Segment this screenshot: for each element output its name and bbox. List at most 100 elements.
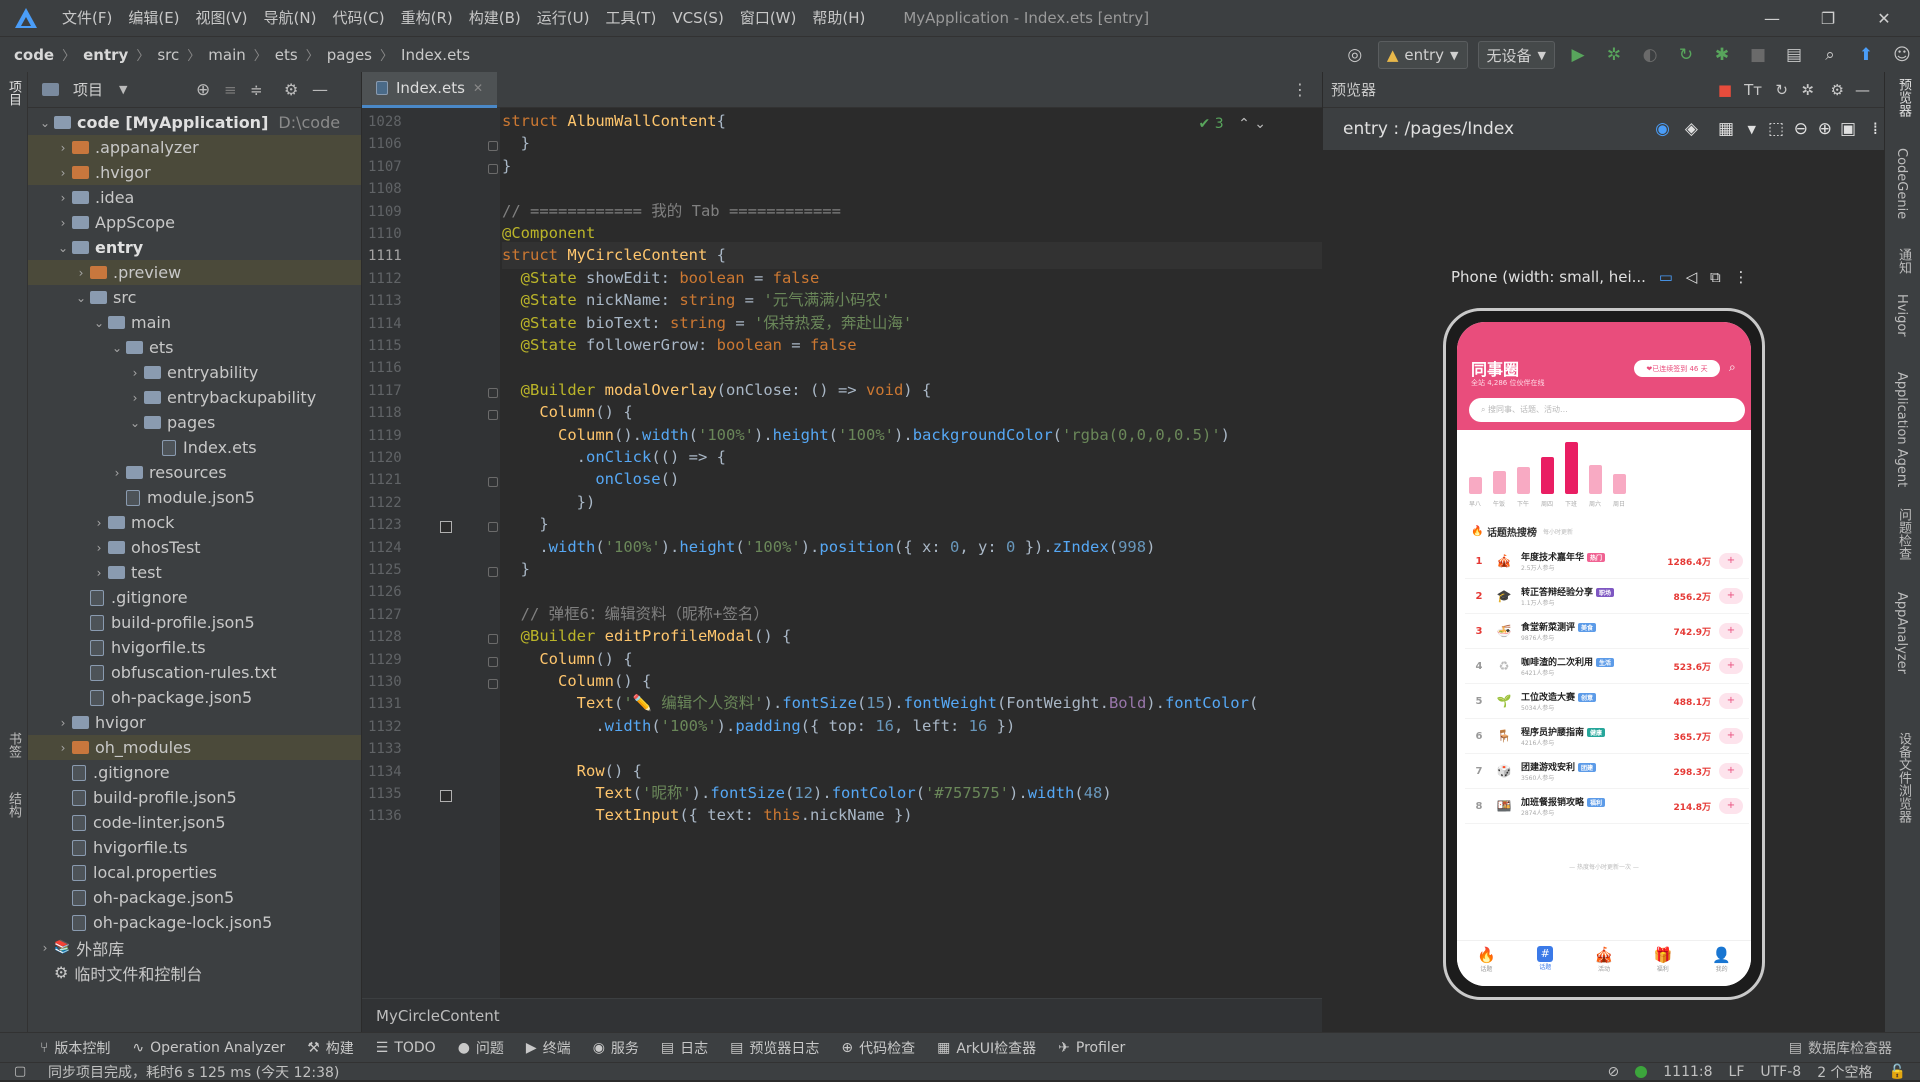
chevron-icon[interactable]: › [54,191,72,205]
menu-item-0[interactable]: 文件(F) [54,0,120,36]
tool-window-button[interactable]: ⊕ 代码检查 [841,1038,915,1058]
device-combo[interactable]: 无设备 ▼ [1477,41,1555,69]
chevron-icon[interactable]: › [54,216,72,230]
zoom-in-icon[interactable]: ⊕ [1818,119,1832,139]
tree-item[interactable]: › ohosTest [28,535,361,560]
tree-item[interactable]: oh-package.json5 [28,885,361,910]
maximize-button[interactable]: ❐ [1800,0,1856,36]
search-icon[interactable]: ⌕ [1729,360,1736,375]
right-tool-button[interactable]: Hvigor [1894,294,1909,337]
follow-button[interactable]: + [1719,658,1743,674]
font-size-icon[interactable]: Tт [1744,81,1762,99]
device-manager-icon[interactable]: ▤ [1779,40,1809,70]
tree-item[interactable]: .gitignore [28,585,361,610]
app-tab-2[interactable]: 🎪 活动 [1575,941,1634,986]
tree-item[interactable]: build-profile.json5 [28,610,361,635]
menu-item-6[interactable]: 构建(B) [461,0,529,36]
checkin-badge[interactable]: ❤ 已连续签到 46 天 [1634,360,1720,377]
fold-icon[interactable] [488,679,498,689]
chevron-icon[interactable]: ⌄ [72,291,90,305]
pin-icon[interactable]: ✲ [1801,81,1814,99]
debug-icon[interactable]: ✲ [1599,40,1629,70]
right-tool-button[interactable]: CodeGenie [1894,148,1909,219]
minimize-button[interactable]: — [1744,0,1800,36]
status-message[interactable]: 同步项目完成，耗时6 s 125 ms (今天 12:38) [48,1062,339,1082]
right-tool-button[interactable]: AppAnalyzer [1894,592,1909,674]
database-inspector-button[interactable]: ▤ 数据库检查器 [1789,1033,1892,1063]
hide-icon[interactable]: — [1855,81,1870,99]
chevron-down-icon[interactable]: ▼ [119,83,127,96]
tree-item[interactable]: local.properties [28,860,361,885]
refresh-icon[interactable]: ↻ [1775,81,1788,99]
inspection-widget[interactable]: ✔ 3 ⌃ ⌄ [1199,116,1266,132]
chevron-icon[interactable]: › [54,741,72,755]
device-label[interactable]: Phone (width: small, hei... ▭ ◁ ⧉ ⋮ [1451,268,1749,286]
zoom-out-icon[interactable]: ⊖ [1794,119,1808,139]
tool-window-button[interactable]: ☰ TODO [376,1040,436,1056]
follow-button[interactable]: + [1719,588,1743,604]
menu-item-4[interactable]: 代码(C) [324,0,392,36]
tree-item[interactable]: ⌄ code [MyApplication] D:\code [28,110,361,135]
menu-item-10[interactable]: 窗口(W) [732,0,805,36]
tool-window-button[interactable]: ▤ 日志 [661,1038,708,1058]
close-tab-icon[interactable]: ✕ [473,81,483,95]
tree-item[interactable]: obfuscation-rules.txt [28,660,361,685]
right-tool-button[interactable]: 预览器 [1894,78,1913,117]
lock-icon[interactable]: 🔓 [1889,1064,1906,1080]
more-icon[interactable]: ⋮ [1292,80,1308,99]
app-search-input[interactable]: ⌕ 搜同事、话题、活动... [1469,398,1745,422]
tool-window-button[interactable]: ◉ 服务 [593,1038,639,1058]
tree-item[interactable]: › resources [28,460,361,485]
menu-item-2[interactable]: 视图(V) [188,0,256,36]
follow-button[interactable]: + [1719,728,1743,744]
menu-item-5[interactable]: 重构(R) [393,0,461,36]
tree-item[interactable]: › oh_modules [28,735,361,760]
tree-item[interactable]: › test [28,560,361,585]
chevron-icon[interactable]: › [126,391,144,405]
tree-item[interactable]: ⌄ pages [28,410,361,435]
tree-item[interactable]: hvigorfile.ts [28,835,361,860]
tree-item[interactable]: ⌄ src [28,285,361,310]
chevron-icon[interactable]: ⌄ [108,341,126,355]
chevron-icon[interactable]: ⌄ [126,416,144,430]
rank-row[interactable]: 6 🪑 程序员护腰指南 健康 4216人参与 365.7万 + [1465,719,1749,754]
follow-button[interactable]: + [1719,798,1743,814]
breadcrumb-item[interactable]: src [157,46,179,64]
fold-icon[interactable] [488,477,498,488]
right-tool-button[interactable]: 问题检查 [1894,508,1913,560]
tab-index-ets[interactable]: Index.ets ✕ [362,71,498,108]
follow-button[interactable]: + [1719,693,1743,709]
original-size-icon[interactable]: ▣ [1840,119,1856,139]
chevron-icon[interactable]: › [36,941,54,955]
fold-icon[interactable] [488,656,498,667]
rank-row[interactable]: 3 🍜 食堂新菜测评 美食 9876人参与 742.9万 + [1465,614,1749,649]
tree-item[interactable]: code-linter.json5 [28,810,361,835]
tree-item[interactable]: › 📚 外部库 [28,935,361,960]
line-separator[interactable]: LF [1729,1064,1745,1080]
code-area[interactable]: struct AlbumWallContent{ }}// ==========… [502,108,1322,998]
layout-icon[interactable]: ▢ [14,1064,26,1079]
project-tool-button[interactable]: 项目 [4,80,23,106]
chevron-icon[interactable]: › [108,466,126,480]
breadcrumb-item[interactable]: Index.ets [401,46,470,64]
search-icon[interactable]: ⌕ [1815,40,1845,70]
app-tab-4[interactable]: 👤 我的 [1692,941,1751,986]
tool-window-button[interactable]: ▶ 终端 [526,1038,571,1058]
target-icon[interactable]: ◎ [1340,40,1370,70]
profile-icon[interactable]: ✱ [1707,40,1737,70]
tree-item[interactable]: › mock [28,510,361,535]
stop-icon[interactable]: ■ [1743,40,1773,70]
fold-icon[interactable] [488,141,498,152]
eye-icon[interactable]: ◉ [1655,119,1670,139]
fold-icon[interactable] [488,567,498,577]
tool-window-button[interactable]: ▤ 预览器日志 [730,1038,819,1058]
update-icon[interactable]: ⬆ [1851,40,1881,70]
breadcrumb-item[interactable]: ets [275,46,298,64]
menu-item-11[interactable]: 帮助(H) [804,0,873,36]
fold-icon[interactable] [488,163,498,174]
menu-item-8[interactable]: 工具(T) [597,0,664,36]
tree-item[interactable]: oh-package-lock.json5 [28,910,361,935]
tree-item[interactable]: › .hvigor [28,160,361,185]
rank-row[interactable]: 8 🍱 加班餐报销攻略 福利 2874人参与 214.8万 + [1465,789,1749,824]
tool-window-button[interactable]: ▦ ArkUI检查器 [937,1038,1036,1058]
